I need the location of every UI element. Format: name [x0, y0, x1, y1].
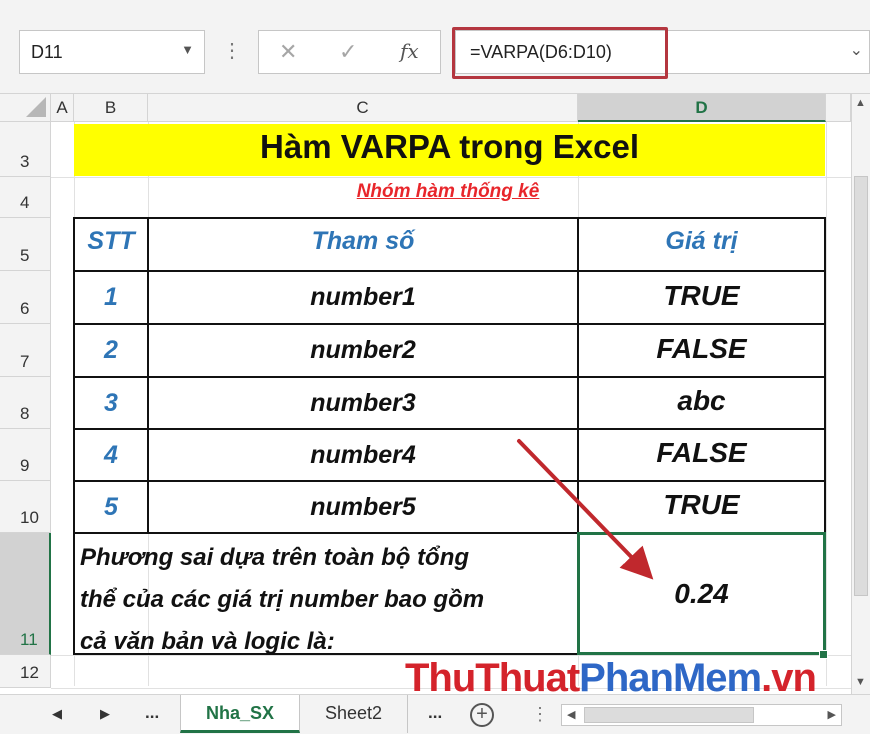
- table-row-param[interactable]: number1: [148, 283, 578, 312]
- tab-sheet2[interactable]: Sheet2: [300, 695, 408, 733]
- formula-buttons: ✕ ✓ fx: [258, 30, 441, 74]
- row-header-4[interactable]: 4: [0, 177, 51, 218]
- previous-sheet-icon[interactable]: ◀: [52, 706, 62, 722]
- table-row-value[interactable]: TRUE: [578, 489, 825, 521]
- row-header-11[interactable]: 11: [0, 533, 51, 655]
- table-row-param[interactable]: number2: [148, 336, 578, 365]
- sheet-tab-bar: ◀ ▶ ... Nha_SX Sheet2 ... + ⋮ ◀ ▶: [0, 694, 870, 734]
- table-border: [74, 323, 825, 325]
- next-sheet-icon[interactable]: ▶: [100, 706, 110, 722]
- sheet-title[interactable]: Hàm VARPA trong Excel: [74, 128, 825, 166]
- row-header-7[interactable]: 7: [0, 324, 51, 377]
- table-border: [147, 217, 149, 533]
- column-header-a[interactable]: A: [51, 94, 74, 122]
- row-header-8[interactable]: 8: [0, 377, 51, 429]
- summary-text[interactable]: Phương sai dựa trên toàn bộ tổng thể của…: [80, 537, 570, 663]
- scroll-down-icon[interactable]: ▼: [855, 676, 866, 688]
- row-header-5[interactable]: 5: [0, 218, 51, 271]
- add-sheet-icon[interactable]: +: [470, 703, 494, 727]
- table-row-stt[interactable]: 3: [74, 389, 148, 418]
- table-row-stt[interactable]: 4: [74, 441, 148, 470]
- select-all-corner[interactable]: [0, 94, 51, 122]
- scroll-thumb[interactable]: [854, 176, 868, 596]
- scroll-up-icon[interactable]: ▲: [855, 97, 866, 109]
- name-box[interactable]: D11 ▼: [19, 30, 205, 74]
- table-border: [74, 480, 825, 482]
- table-row-value[interactable]: abc: [578, 385, 825, 417]
- table-row-value[interactable]: FALSE: [578, 437, 825, 469]
- chevron-down-icon[interactable]: ▼: [181, 42, 194, 57]
- summary-line: thể của các giá trị number bao gồm: [80, 586, 485, 613]
- horizontal-scrollbar[interactable]: ◀ ▶: [561, 704, 842, 726]
- table-row-param[interactable]: number4: [148, 441, 578, 470]
- scroll-right-icon[interactable]: ▶: [828, 708, 836, 721]
- insert-function-icon[interactable]: fx: [400, 39, 419, 63]
- table-border: [74, 217, 825, 219]
- header-param[interactable]: Tham số: [148, 227, 578, 256]
- tab-splitter-icon[interactable]: ⋮: [531, 704, 549, 725]
- row-header-10[interactable]: 10: [0, 481, 51, 533]
- row-header-12[interactable]: 12: [0, 655, 51, 688]
- more-sheets-left[interactable]: ...: [145, 703, 159, 723]
- scroll-thumb[interactable]: [584, 707, 754, 723]
- header-value[interactable]: Giá trị: [578, 227, 825, 256]
- table-border: [74, 270, 825, 272]
- enter-icon[interactable]: ✓: [339, 39, 357, 65]
- table-border: [74, 428, 825, 430]
- table-row-stt[interactable]: 1: [74, 283, 148, 312]
- header-stt[interactable]: STT: [74, 227, 148, 256]
- formula-highlight-box: [452, 27, 668, 79]
- tab-nha-sx[interactable]: Nha_SX: [180, 695, 300, 733]
- table-row-value[interactable]: FALSE: [578, 333, 825, 365]
- table-row-stt[interactable]: 5: [74, 493, 148, 522]
- column-header-c[interactable]: C: [148, 94, 578, 122]
- column-header-e[interactable]: [826, 94, 851, 122]
- more-vertical-icon[interactable]: ⋮: [222, 38, 242, 63]
- cancel-icon[interactable]: ✕: [279, 39, 297, 65]
- vertical-scrollbar[interactable]: ▲ ▼: [851, 94, 870, 694]
- expand-formula-icon[interactable]: ⌄: [850, 40, 863, 60]
- table-row-param[interactable]: number5: [148, 493, 578, 522]
- row-header-6[interactable]: 6: [0, 271, 51, 324]
- active-cell-border: [577, 532, 826, 655]
- column-header-d[interactable]: D: [578, 94, 826, 122]
- table-row-stt[interactable]: 2: [74, 336, 148, 365]
- table-row-value[interactable]: TRUE: [578, 280, 825, 312]
- scroll-left-icon[interactable]: ◀: [567, 708, 575, 721]
- name-box-value: D11: [31, 42, 63, 62]
- fill-handle[interactable]: [819, 650, 828, 659]
- row-header-3[interactable]: 3: [0, 122, 51, 177]
- table-border: [74, 376, 825, 378]
- sheet-subtitle[interactable]: Nhóm hàm thống kê: [148, 181, 748, 203]
- more-sheets-right[interactable]: ...: [428, 703, 442, 723]
- table-row-param[interactable]: number3: [148, 389, 578, 418]
- column-header-b[interactable]: B: [74, 94, 148, 122]
- summary-line: Phương sai dựa trên toàn bộ tổng: [80, 544, 470, 571]
- row-header-9[interactable]: 9: [0, 429, 51, 481]
- formula-bar: D11 ▼ ⋮ ✕ ✓ fx =VARPA(D6:D10) ⌄: [0, 0, 870, 94]
